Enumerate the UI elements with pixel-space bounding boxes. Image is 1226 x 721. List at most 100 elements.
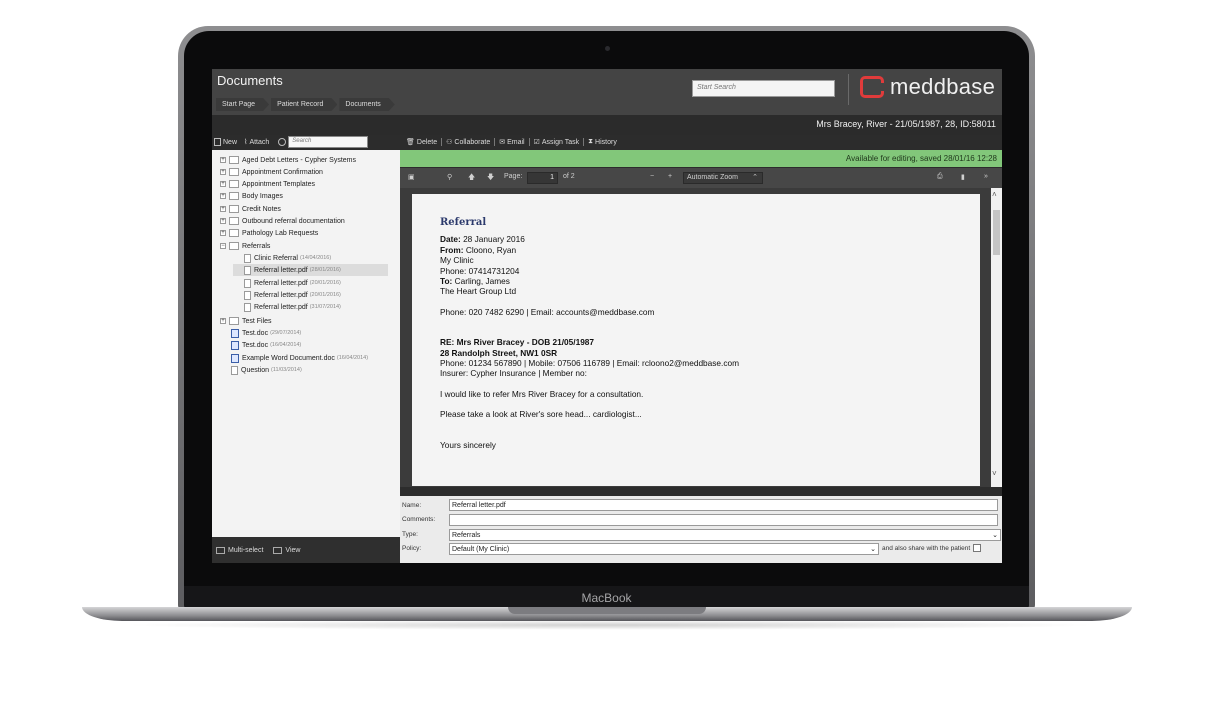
tree-folder[interactable]: + Credit Notes [220, 203, 281, 215]
tree-file[interactable]: Referral letter.pdf (20/01/2016) [244, 289, 341, 301]
scroll-down-icon[interactable]: ˅ [992, 469, 997, 478]
scroll-thumb[interactable] [993, 210, 1000, 255]
share-label: and also share with the patient [882, 544, 971, 552]
view-button[interactable]: View [273, 546, 300, 554]
attach-label: Attach [249, 138, 270, 146]
hourglass-icon: ⧗ [588, 138, 594, 145]
tree-folder[interactable]: + Body Images [220, 190, 283, 202]
tree-folder[interactable]: + Appointment Confirmation [220, 166, 323, 178]
letter-phone: Phone: 07414731204 [440, 265, 520, 276]
file-label: Referral letter.pdf [254, 266, 308, 274]
tree-file[interactable]: Test.doc (29/07/2014) [231, 327, 301, 339]
app-header: Documents Start Page Patient Record Docu… [212, 69, 1002, 115]
email-button[interactable]: ✉ Email [495, 138, 530, 146]
start-search-input[interactable]: Start Search [692, 80, 835, 97]
tree-folder[interactable]: + Pathology Lab Requests [220, 227, 318, 239]
expand-icon[interactable]: + [220, 181, 226, 187]
left-toolbar: New ⌇ Attach Search [212, 135, 400, 149]
bookmark-icon[interactable]: ▮ [961, 173, 965, 181]
envelope-icon: ✉ [499, 139, 506, 146]
meddbase-logo-icon [860, 76, 887, 98]
previous-page-icon[interactable]: 🡅 [468, 173, 475, 184]
expand-icon[interactable]: + [220, 206, 226, 212]
search-icon [278, 138, 287, 146]
file-label: Question [241, 366, 270, 374]
zoom-select[interactable]: Automatic Zoom ⌃ [683, 172, 763, 184]
monitor-icon [273, 546, 283, 554]
task-icon: ☑ [533, 139, 540, 146]
tree-folder[interactable]: + Outbound referral documentation [220, 215, 345, 227]
tree-folder[interactable]: + Test Files [220, 315, 272, 327]
next-page-icon[interactable]: 🡇 [487, 173, 494, 184]
folder-label: Aged Debt Letters - Cypher Systems [242, 156, 356, 164]
tools-icon[interactable]: » [984, 173, 988, 180]
tree-file[interactable]: Question (11/03/2014) [231, 364, 302, 376]
document-search-input[interactable]: Search [288, 136, 369, 148]
expand-icon[interactable]: + [220, 318, 226, 324]
folder-label: Appointment Confirmation [242, 168, 323, 176]
pdf-toolbar: ▣ ⚲ 🡅 🡇 Page: 1 of 2 − + Automatic Zoom … [400, 168, 1002, 188]
folder-icon [229, 156, 239, 164]
collaborate-label: Collaborate [454, 138, 491, 146]
file-date: (16/04/2014) [336, 355, 369, 361]
expand-icon[interactable]: + [220, 193, 226, 199]
breadcrumb-documents[interactable]: Documents [339, 98, 394, 111]
tree-folder[interactable]: + Aged Debt Letters - Cypher Systems [220, 154, 356, 166]
people-icon: ⚇ [446, 139, 453, 146]
page-number-input[interactable]: 1 [527, 172, 558, 184]
paperclip-icon: ⌇ [244, 139, 248, 146]
type-select[interactable]: Referrals ⌄ [449, 529, 1001, 541]
file-date: (20/01/2016) [309, 292, 341, 298]
new-button[interactable]: New [214, 138, 237, 146]
left-footer: Multi-select View [212, 537, 400, 563]
tree-folder[interactable]: + Appointment Templates [220, 178, 315, 190]
share-checkbox[interactable] [973, 544, 982, 552]
expand-icon[interactable]: + [220, 157, 226, 163]
policy-select[interactable]: Default (My Clinic) ⌄ [449, 543, 879, 555]
letter-patient-contact: Phone: 01234 567890 | Mobile: 07506 1167… [440, 358, 740, 369]
file-date: (11/03/2014) [271, 367, 302, 373]
delete-button[interactable]: 🗑︎ Delete [402, 138, 443, 146]
tree-file[interactable]: Referral letter.pdf (31/07/2014) [244, 301, 341, 313]
find-icon[interactable]: ⚲ [447, 173, 452, 181]
collapse-icon[interactable]: − [220, 243, 226, 249]
print-icon[interactable]: ⎙ [937, 173, 943, 181]
attach-button[interactable]: ⌇ Attach [244, 138, 270, 147]
expand-icon[interactable]: + [220, 230, 226, 236]
policy-value: Default (My Clinic) [452, 546, 510, 553]
collaborate-button[interactable]: ⚇ Collaborate [442, 138, 496, 146]
letter-title: Referral [440, 217, 487, 228]
tree-folder-referrals[interactable]: − Referrals [220, 240, 270, 252]
document-properties: Name: Referral letter.pdf Comments: Type… [400, 496, 1002, 563]
tree-file[interactable]: Clinic Referral (14/04/2016) [244, 252, 331, 264]
expand-icon[interactable]: + [220, 218, 226, 224]
word-file-icon [231, 328, 239, 338]
file-label: Test.doc [242, 329, 269, 337]
app-screen: Documents Start Page Patient Record Docu… [212, 69, 1002, 563]
zoom-out-icon[interactable]: − [650, 173, 654, 180]
comments-field[interactable] [449, 514, 998, 526]
zoom-in-icon[interactable]: + [668, 173, 672, 180]
scroll-up-icon[interactable]: ˄ [992, 190, 997, 199]
pdf-file-icon [244, 278, 251, 288]
brand-logo: meddbase [860, 74, 995, 100]
file-date: (29/07/2014) [270, 330, 302, 336]
zoom-value: Automatic Zoom [687, 174, 738, 181]
expand-icon[interactable]: + [220, 169, 226, 175]
breadcrumb-patient-record[interactable]: Patient Record [271, 98, 337, 111]
sidebar-toggle-icon[interactable]: ▣ [408, 173, 415, 181]
tree-file[interactable]: Test.doc (16/04/2014) [231, 339, 301, 351]
page-count: of 2 [563, 173, 575, 180]
tree-file-selected[interactable]: Referral letter.pdf (28/01/2016) [233, 264, 388, 276]
letter-body-1: I would like to refer Mrs River Bracey f… [440, 388, 644, 399]
assign-task-button[interactable]: ☑ Assign Task [530, 138, 585, 146]
tree-file[interactable]: Example Word Document.doc (16/04/2014) [231, 352, 368, 364]
name-field[interactable]: Referral letter.pdf [449, 499, 998, 511]
multi-select-button[interactable]: Multi-select [216, 546, 263, 554]
folder-icon [229, 317, 239, 325]
history-button[interactable]: ⧗ History [584, 138, 621, 146]
tree-file[interactable]: Referral letter.pdf (20/01/2016) [244, 277, 341, 289]
breadcrumb-start-page[interactable]: Start Page [216, 98, 269, 111]
letter-group: The Heart Group Ltd [440, 286, 517, 297]
pdf-scrollbar[interactable]: ˄ ˅ [991, 188, 1002, 487]
